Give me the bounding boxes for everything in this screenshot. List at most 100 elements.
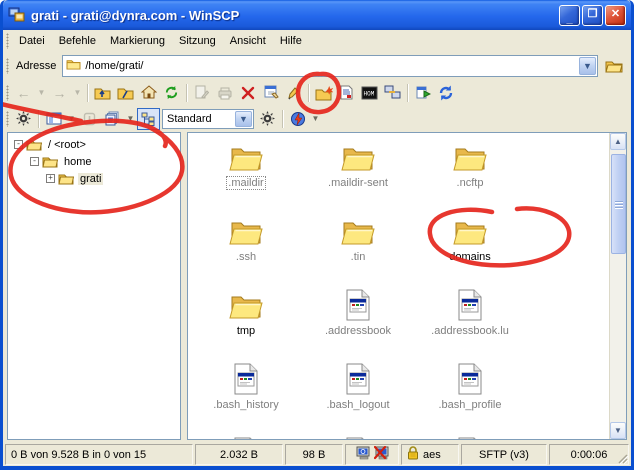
session-settings-button[interactable] — [256, 108, 279, 130]
copy-session-dropdown[interactable]: ▼ — [124, 108, 137, 130]
file-icon — [457, 435, 483, 439]
title-bar: grati - grati@dynra.com - WinSCP _ ❐ ✕ — [3, 0, 631, 30]
status-right-size: 98 B — [285, 444, 343, 465]
tree-view-toggle[interactable] — [137, 108, 160, 130]
synchronize-button[interactable] — [434, 82, 457, 104]
file-label: .bash_logout — [325, 398, 392, 412]
rename-button[interactable] — [190, 82, 213, 104]
file-item-addressbook-lu[interactable]: .addressbook.lu — [414, 285, 526, 359]
file-item-maildir[interactable]: .maildir — [190, 137, 302, 211]
menu-bar: DateiBefehleMarkierungSitzungAnsichtHilf… — [3, 30, 631, 52]
file-item-partial[interactable] — [302, 433, 414, 439]
panel-layout-button[interactable] — [42, 108, 65, 130]
create-directory-button[interactable] — [312, 82, 335, 104]
tree-item-home[interactable]: - home — [10, 153, 178, 170]
session-toolbar: ▼ ▼ Standard ▼ ▼ — [3, 106, 631, 131]
file-icon — [345, 361, 371, 395]
copy-button[interactable] — [411, 82, 434, 104]
scrollbar-thumb[interactable] — [611, 154, 626, 254]
menu-items: DateiBefehleMarkierungSitzungAnsichtHilf… — [12, 32, 309, 50]
winscp-window: grati - grati@dynra.com - WinSCP _ ❐ ✕ D… — [0, 0, 634, 470]
remote-host-icon — [356, 446, 371, 463]
file-info-button[interactable] — [335, 82, 358, 104]
folder-icon — [453, 213, 487, 247]
back-button[interactable]: ← — [12, 82, 35, 104]
toolbar-grip[interactable] — [6, 58, 9, 74]
file-item-partial[interactable] — [414, 433, 526, 439]
chevron-down-icon[interactable]: ▼ — [579, 57, 596, 75]
file-item-maildir-sent[interactable]: .maildir-sent — [302, 137, 414, 211]
file-label: .addressbook — [323, 324, 393, 338]
maximize-button[interactable]: ❐ — [582, 5, 603, 26]
session-combo[interactable]: Standard ▼ — [162, 109, 254, 129]
file-item-bash-profile[interactable]: .bash_profile — [414, 359, 526, 433]
address-label: Adresse — [16, 60, 56, 72]
file-grid[interactable]: .maildir .maildir-sent .ncftp .ssh.tindomai… — [188, 133, 609, 439]
toolbar-grip[interactable] — [6, 33, 9, 49]
refresh-button[interactable] — [160, 82, 183, 104]
root-directory-button[interactable] — [114, 82, 137, 104]
panel-layout-dropdown[interactable]: ▼ — [65, 108, 78, 130]
file-item-tmp[interactable]: tmp — [190, 285, 302, 359]
collapse-icon[interactable]: - — [14, 140, 23, 149]
tree-item-root[interactable]: -/ <root> — [10, 136, 178, 153]
console-button[interactable]: HOM — [358, 82, 381, 104]
vertical-scrollbar[interactable]: ▲ ▼ — [609, 133, 626, 439]
file-item-bash-logout[interactable]: .bash_logout — [302, 359, 414, 433]
file-item-partial[interactable] — [190, 433, 302, 439]
tree-item-label: home — [62, 156, 94, 168]
menu-item-sitzung[interactable]: Sitzung — [172, 32, 223, 50]
file-icon — [345, 435, 371, 439]
menu-item-befehle[interactable]: Befehle — [52, 32, 103, 50]
home-directory-button[interactable] — [137, 82, 160, 104]
address-bar: Adresse /home/grati/ ▼ — [3, 52, 631, 79]
file-item-addressbook[interactable]: .addressbook — [302, 285, 414, 359]
transfer-settings-button[interactable] — [286, 108, 309, 130]
file-icon — [457, 361, 483, 395]
collapse-icon[interactable]: - — [30, 157, 39, 166]
open-directory-button[interactable] — [601, 54, 627, 78]
chevron-down-icon[interactable]: ▼ — [235, 111, 252, 127]
file-item-bash-history[interactable]: .bash_history — [190, 359, 302, 433]
file-label: .ncftp — [455, 176, 486, 190]
session-combo-value: Standard — [163, 113, 235, 125]
copy-session-button[interactable] — [101, 108, 124, 130]
minimize-button[interactable]: _ — [559, 5, 580, 26]
forward-button[interactable]: → — [48, 82, 71, 104]
print-button[interactable] — [213, 82, 236, 104]
scroll-down-icon[interactable]: ▼ — [610, 422, 626, 439]
toolbar-separator — [407, 84, 408, 102]
tree-panel[interactable]: -/ <root>-home+grati — [7, 132, 181, 440]
properties-button[interactable] — [259, 82, 282, 104]
menu-item-markierung[interactable]: Markierung — [103, 32, 172, 50]
tree-item-grati[interactable]: +grati — [10, 170, 178, 187]
scroll-up-icon[interactable]: ▲ — [610, 133, 626, 150]
file-item-ssh[interactable]: .ssh — [190, 211, 302, 285]
menu-item-ansicht[interactable]: Ansicht — [223, 32, 273, 50]
menu-item-datei[interactable]: Datei — [12, 32, 52, 50]
menu-item-hilfe[interactable]: Hilfe — [273, 32, 309, 50]
expand-icon[interactable]: + — [46, 174, 55, 183]
file-item-tin[interactable]: .tin — [302, 211, 414, 285]
address-combo[interactable]: /home/grati/ ▼ — [62, 55, 598, 77]
filter-button[interactable] — [78, 108, 101, 130]
status-transfer-summary: 0 B von 9.528 B in 0 von 15 — [5, 444, 193, 465]
main-area: -/ <root>-home+grati .maildir.maildir-se… — [3, 131, 631, 442]
close-button[interactable]: ✕ — [605, 5, 626, 26]
address-path: /home/grati/ — [85, 60, 579, 72]
custom-command-button[interactable] — [282, 82, 305, 104]
winscp-app-icon — [8, 7, 26, 23]
parent-directory-button[interactable] — [91, 82, 114, 104]
file-item-domains[interactable]: domains — [414, 211, 526, 285]
putty-button[interactable] — [381, 82, 404, 104]
back-dropdown[interactable]: ▼ — [35, 82, 48, 104]
resize-grip[interactable] — [616, 452, 628, 464]
forward-dropdown[interactable]: ▼ — [71, 82, 84, 104]
preferences-button[interactable] — [12, 108, 35, 130]
delete-button[interactable] — [236, 82, 259, 104]
toolbar-grip[interactable] — [6, 85, 9, 101]
transfer-settings-dropdown[interactable]: ▼ — [309, 108, 322, 130]
toolbar-grip[interactable] — [6, 111, 9, 127]
file-label: .maildir — [226, 176, 265, 190]
file-item-ncftp[interactable]: .ncftp — [414, 137, 526, 211]
